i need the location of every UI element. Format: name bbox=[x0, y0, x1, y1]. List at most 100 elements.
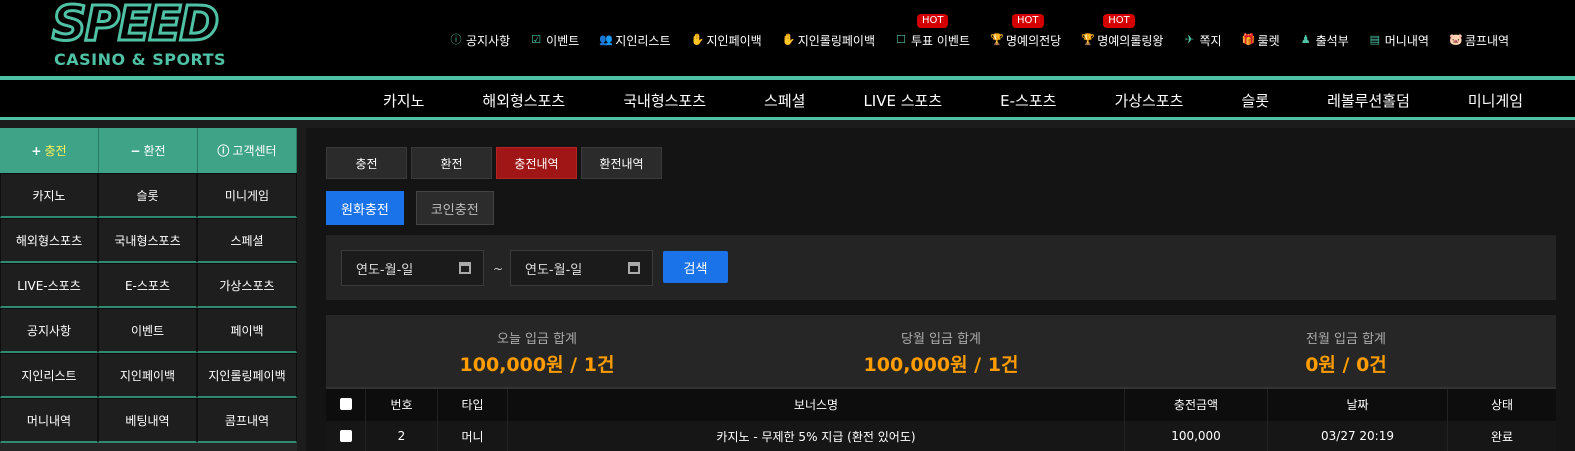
row-type: 머니 bbox=[438, 421, 508, 451]
top-nav-label: 명예의전당 bbox=[1006, 33, 1062, 48]
top-nav-label: 머니내역 bbox=[1384, 33, 1429, 48]
logo-subtitle: CASINO & SPORTS bbox=[54, 50, 227, 69]
row-checkbox[interactable] bbox=[339, 430, 352, 442]
krw-charge-tab[interactable]: 원화충전 bbox=[326, 191, 404, 225]
summary-value: 100,000원 / 1건 bbox=[459, 354, 615, 376]
date-from-value: 연도-월-일 bbox=[356, 262, 414, 278]
main-nav-item[interactable]: 해외형스포츠 bbox=[482, 90, 565, 111]
sidebar-menu-item[interactable]: 해외형스포츠 bbox=[0, 218, 98, 263]
sidebar-menu-item[interactable]: 카지노 bbox=[0, 173, 98, 218]
tab-4[interactable]: 환전내역 bbox=[581, 147, 662, 179]
coin-charge-tab[interactable]: 코인충전 bbox=[415, 191, 494, 225]
top-nav-item[interactable]: ☑ 이벤트 bbox=[530, 30, 579, 50]
sidebar-menu-item[interactable]: E-스포츠 bbox=[98, 263, 197, 308]
top-nav-item[interactable]: 🎁 룰렛 bbox=[1242, 30, 1280, 50]
sidebar-menu-item[interactable]: 콤프내역 bbox=[197, 398, 297, 443]
date-search-panel: 연도-월-일 ~ 연도-월-일 검색 bbox=[326, 235, 1556, 300]
top-nav-item[interactable]: ⓘ 공지사항 bbox=[450, 30, 511, 50]
plus-icon: + bbox=[31, 143, 42, 158]
search-button[interactable]: 검색 bbox=[663, 251, 728, 283]
clipboard-icon: ▤ bbox=[1369, 33, 1380, 46]
deposit-summary: 오늘 입금 합계 100,000원 / 1건 당월 입금 합계 100,000원… bbox=[326, 315, 1556, 387]
sidebar-menu-item[interactable]: 스페셜 bbox=[197, 218, 297, 263]
sidebar-menu-item[interactable]: 베팅내역 bbox=[98, 398, 197, 443]
top-nav-item[interactable]: ✋ 지인롤링페이백 bbox=[782, 30, 875, 50]
header-bonus-name: 보너스명 bbox=[508, 389, 1125, 421]
sidebar-menu-item[interactable]: 국내형스포츠 bbox=[98, 218, 197, 263]
sidebar-menu-item[interactable]: 이벤트 bbox=[98, 308, 197, 353]
trophy-icon: 🏆 bbox=[1081, 33, 1095, 46]
top-nav-item[interactable]: 🏆 명예의롤링왕 HOT bbox=[1081, 14, 1164, 50]
sidebar-menu-item[interactable]: 미니게임 bbox=[197, 173, 297, 218]
logo-title: SPEED bbox=[50, 0, 220, 54]
main-nav-item[interactable]: LIVE 스포츠 bbox=[863, 90, 942, 111]
main-nav-item[interactable]: 레볼루션홀덤 bbox=[1327, 90, 1410, 111]
top-nav-label: 지인롤링페이백 bbox=[797, 33, 875, 48]
top-nav-item[interactable]: ✈ 쪽지 bbox=[1183, 30, 1222, 50]
gift-icon: 🎁 bbox=[1241, 33, 1256, 46]
tab-2[interactable]: 환전 bbox=[411, 147, 492, 179]
top-nav-label: 룰렛 bbox=[1257, 33, 1280, 48]
top-nav-item[interactable]: 🐷 콤프내역 bbox=[1449, 30, 1509, 50]
main-nav-item[interactable]: 미니게임 bbox=[1468, 90, 1523, 111]
page: SPEED CASINO & SPORTS ⓘ 공지사항 ☑ 이벤트 👥 지인리스트 ✋ 지인… bbox=[0, 0, 1575, 451]
main-nav-item[interactable]: 카지노 bbox=[383, 90, 424, 111]
sidebar-menu-item[interactable]: 머니내역 bbox=[0, 398, 98, 443]
sidebar-menu-item[interactable]: 슬롯 bbox=[98, 173, 197, 218]
top-nav-label: 출석부 bbox=[1315, 33, 1349, 48]
exchange-button[interactable]: − 환전 bbox=[99, 128, 198, 173]
select-all-cell bbox=[326, 389, 366, 421]
top-nav-item[interactable]: ▤ 머니내역 bbox=[1369, 30, 1429, 50]
customer-center-button[interactable]: ⓘ 고객센터 bbox=[198, 128, 297, 173]
summary-value: 0원 / 0건 bbox=[1305, 354, 1387, 376]
info-icon: ⓘ bbox=[217, 144, 230, 158]
sidebar-menu-item[interactable]: 공지사항 bbox=[0, 308, 98, 353]
customer-center-label: 고객센터 bbox=[232, 144, 277, 158]
tab-3[interactable]: 충전내역 bbox=[496, 147, 577, 179]
main-nav-item[interactable]: 국내형스포츠 bbox=[623, 90, 706, 111]
logo[interactable]: SPEED CASINO & SPORTS bbox=[50, 0, 267, 72]
top-nav-label: 콤프내역 bbox=[1464, 33, 1510, 48]
sidebar-menu-item[interactable]: 지인페이백 bbox=[98, 353, 197, 398]
charge-label: 충전 bbox=[44, 144, 67, 158]
top-nav-item[interactable]: ✋ 지인페이백 bbox=[691, 30, 762, 50]
main-nav-item[interactable]: 스페셜 bbox=[764, 90, 805, 111]
tab-1[interactable]: 충전 bbox=[326, 147, 407, 179]
top-nav-item[interactable]: ☐ 투표 이벤트 HOT bbox=[895, 14, 970, 50]
sidebar-menu-item[interactable]: LIVE-스포츠 bbox=[0, 263, 98, 308]
charge-history-table: 번호 타입 보너스명 충전금액 날짜 상태 2 머니 카지노 - 무제한 5% … bbox=[326, 387, 1556, 451]
top-nav-label: 지인리스트 bbox=[615, 33, 671, 48]
stamp-icon: ♟ bbox=[1300, 33, 1311, 46]
select-all-checkbox[interactable] bbox=[339, 398, 352, 410]
main-nav-item[interactable]: 가상스포츠 bbox=[1114, 90, 1183, 111]
sidebar-menu-item[interactable]: 페이백 bbox=[197, 308, 297, 353]
summary-label: 오늘 입금 합계 bbox=[496, 332, 578, 347]
main-nav-item[interactable]: E-스포츠 bbox=[1000, 90, 1056, 111]
top-nav-item[interactable]: 👥 지인리스트 bbox=[599, 30, 670, 50]
sidebar-menu-item[interactable]: 가상스포츠 bbox=[197, 263, 297, 308]
top-nav-label: 이벤트 bbox=[546, 33, 580, 48]
users-icon: 👥 bbox=[599, 33, 613, 46]
date-to-value: 연도-월-일 bbox=[525, 262, 583, 278]
vote-icon: ☐ bbox=[896, 33, 906, 46]
date-to-input[interactable]: 연도-월-일 bbox=[510, 250, 653, 286]
hot-badge: HOT bbox=[1012, 14, 1044, 28]
charge-button[interactable]: + 충전 bbox=[0, 128, 99, 173]
top-nav-item[interactable]: 🏆 명예의전당 HOT bbox=[990, 14, 1062, 50]
top-nav-item[interactable]: ♟ 출석부 bbox=[1300, 30, 1349, 50]
summary-value: 100,000원 / 1건 bbox=[863, 354, 1019, 376]
date-from-input[interactable]: 연도-월-일 bbox=[341, 250, 484, 286]
row-amount: 100,000 bbox=[1125, 421, 1268, 451]
main-nav-item[interactable]: 슬롯 bbox=[1241, 90, 1269, 111]
trophy-icon: 🏆 bbox=[990, 33, 1004, 46]
row-bonus-name: 카지노 - 무제한 5% 지급 (환전 있어도) bbox=[508, 421, 1125, 451]
top-nav-label: 명예의롤링왕 bbox=[1097, 33, 1164, 48]
calendar-icon[interactable] bbox=[628, 262, 640, 274]
sidebar-menu-item[interactable]: 지인리스트 bbox=[0, 353, 98, 398]
top-nav-label: 투표 이벤트 bbox=[910, 33, 970, 48]
calendar-icon[interactable] bbox=[459, 262, 471, 274]
calendar-check-icon: ☑ bbox=[531, 33, 542, 46]
sidebar-menu-item[interactable]: 지인롤링페이백 bbox=[197, 353, 297, 398]
main-nav: 카지노 해외형스포츠 국내형스포츠 스페셜 LIVE 스포츠 E-스포츠 가상스포츠 슬롯 레볼… bbox=[0, 80, 1575, 120]
header-status: 상태 bbox=[1490, 397, 1514, 412]
